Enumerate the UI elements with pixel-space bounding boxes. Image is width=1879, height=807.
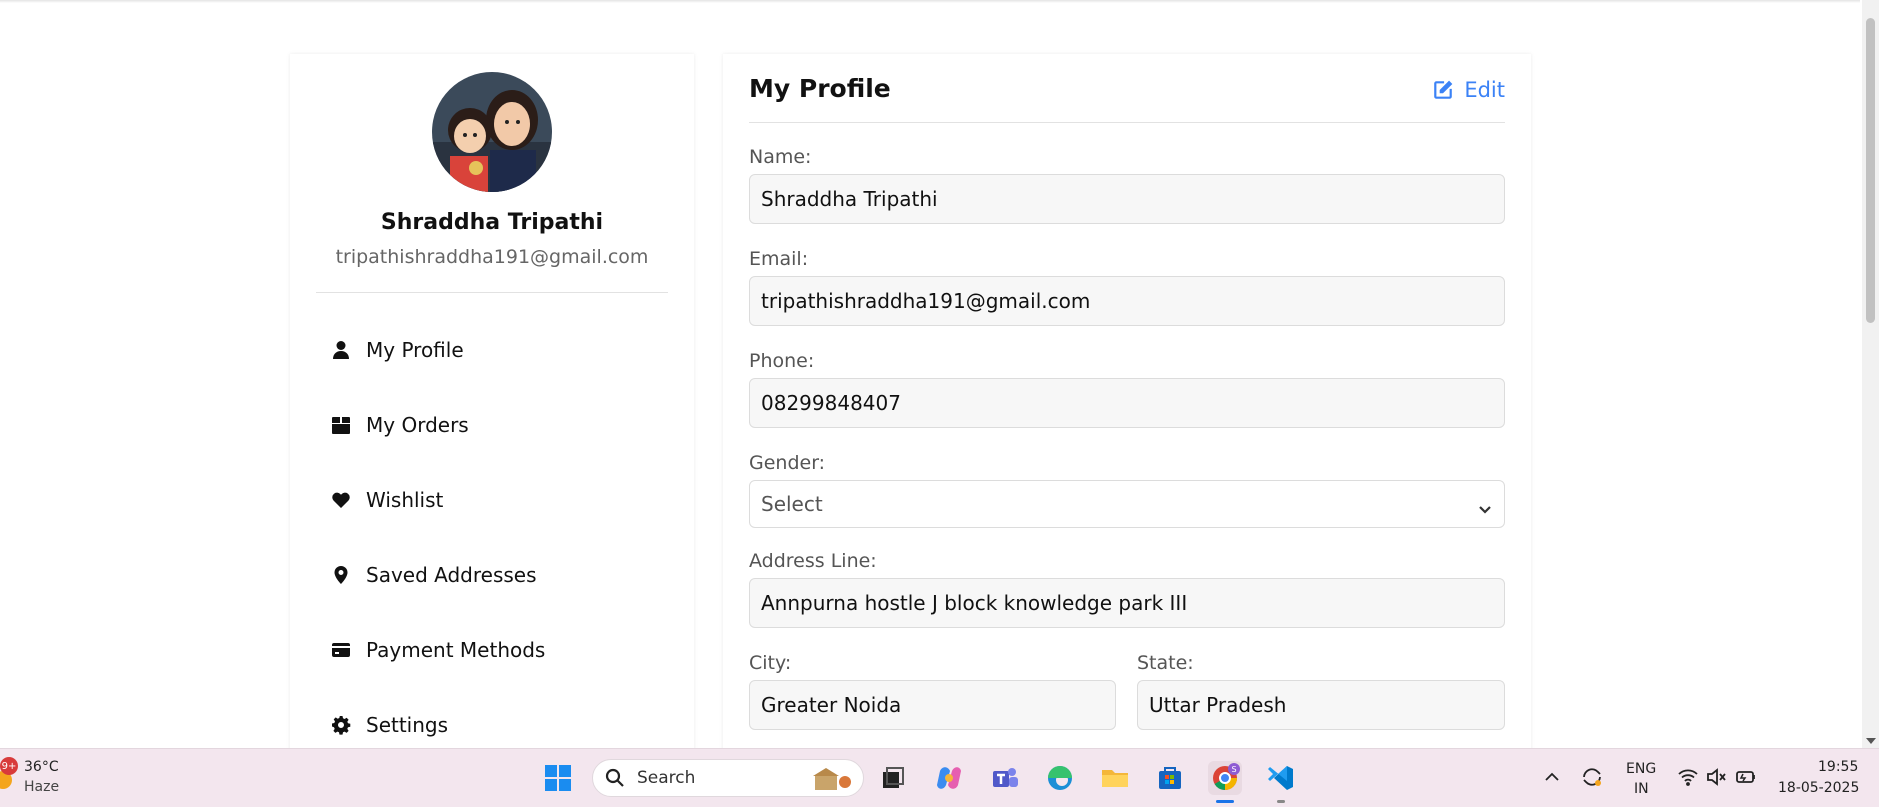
file-explorer-icon[interactable] [1098,761,1132,795]
scroll-down-arrow[interactable] [1866,738,1876,744]
email-field[interactable]: tripathishraddha191@gmail.com [749,276,1505,326]
gear-icon [330,714,352,736]
page-scrollbar[interactable] [1862,0,1879,748]
credit-card-icon [330,639,352,661]
title-divider [749,122,1505,123]
avatar[interactable] [432,72,552,192]
sidebar-item-label: Settings [366,712,449,737]
sidebar-divider [316,292,668,293]
profile-card: My Profile Edit Name: Shraddha Tripathi … [723,54,1531,748]
sidebar-item-payment-methods[interactable]: Payment Methods [316,612,668,687]
vscode-icon[interactable] [1264,761,1298,795]
user-email: tripathishraddha191@gmail.com [335,246,649,268]
map-pin-icon [330,564,352,586]
chrome-profile-badge: S [1231,765,1236,774]
windows-start-icon[interactable] [541,761,575,795]
chrome-icon[interactable]: S [1208,761,1242,795]
sync-icon[interactable] [1580,765,1604,789]
phone-label: Phone: [749,350,815,372]
box-icon [330,414,352,436]
task-view-icon[interactable] [876,761,910,795]
city-field[interactable]: Greater Noida [749,680,1116,730]
address-label: Address Line: [749,550,877,572]
state-label: State: [1137,652,1194,674]
sidebar-nav: My Profile My Orders Wishlist Saved Addr… [316,312,668,748]
edit-button[interactable]: Edit [1432,78,1505,102]
page-title: My Profile [749,74,891,103]
clock-time[interactable]: 19:55 [1818,759,1858,775]
chrome-active-indicator [1216,800,1234,803]
gender-select-value: Select [761,492,823,516]
microsoft-store-icon[interactable] [1153,761,1187,795]
gender-label: Gender: [749,452,826,474]
user-icon [330,339,352,361]
notification-badge: 9+ [0,757,18,775]
name-label: Name: [749,146,812,168]
profile-sidebar: Shraddha Tripathi tripathishraddha191@gm… [290,54,694,748]
speaker-muted-icon[interactable] [1704,765,1728,789]
gender-select[interactable]: Select [749,480,1505,528]
chevron-down-icon [1478,497,1492,514]
address-field[interactable]: Annpurna hostle J block knowledge park I… [749,578,1505,628]
weather-condition[interactable]: Haze [24,779,59,795]
sidebar-item-label: Saved Addresses [366,562,537,587]
user-name: Shraddha Tripathi [380,210,604,235]
sidebar-item-my-orders[interactable]: My Orders [316,387,668,462]
name-field[interactable]: Shraddha Tripathi [749,174,1505,224]
taskbar-search[interactable]: Search [592,759,864,797]
sidebar-item-wishlist[interactable]: Wishlist [316,462,668,537]
sidebar-item-label: Payment Methods [366,637,546,662]
wifi-icon[interactable] [1676,765,1700,789]
teams-icon[interactable] [988,761,1022,795]
search-highlight-icon [813,768,851,790]
copilot-icon[interactable] [932,761,966,795]
region-indicator[interactable]: IN [1634,781,1649,797]
edge-icon[interactable] [1043,761,1077,795]
city-label: City: [749,652,792,674]
phone-field[interactable]: 08299848407 [749,378,1505,428]
state-field[interactable]: Uttar Pradesh [1137,680,1505,730]
clock-date[interactable]: 18-05-2025 [1778,780,1859,796]
battery-icon[interactable] [1734,765,1758,789]
edit-label: Edit [1464,78,1505,102]
sidebar-item-saved-addresses[interactable]: Saved Addresses [316,537,668,612]
vscode-running-indicator [1277,800,1285,803]
sidebar-item-label: Wishlist [366,487,444,512]
search-icon [605,768,624,787]
scrollbar-thumb[interactable] [1866,18,1875,323]
sidebar-item-label: My Profile [366,337,464,362]
email-label: Email: [749,248,809,270]
sidebar-item-label: My Orders [366,412,469,437]
edit-icon [1434,80,1453,99]
header-shadow [0,0,1860,3]
language-indicator[interactable]: ENG [1626,761,1656,777]
avatar-image [432,72,552,192]
sidebar-item-settings[interactable]: Settings [316,687,668,748]
heart-icon [330,489,352,511]
weather-temperature[interactable]: 36°C [24,759,59,775]
windows-taskbar: 9+ 36°C Haze Search S ENG IN 19:55 18-05… [0,748,1879,807]
sidebar-item-my-profile[interactable]: My Profile [316,312,668,387]
search-placeholder: Search [637,768,696,788]
chevron-up-icon[interactable] [1540,765,1564,789]
browser-page: Shraddha Tripathi tripathishraddha191@gm… [0,0,1860,748]
